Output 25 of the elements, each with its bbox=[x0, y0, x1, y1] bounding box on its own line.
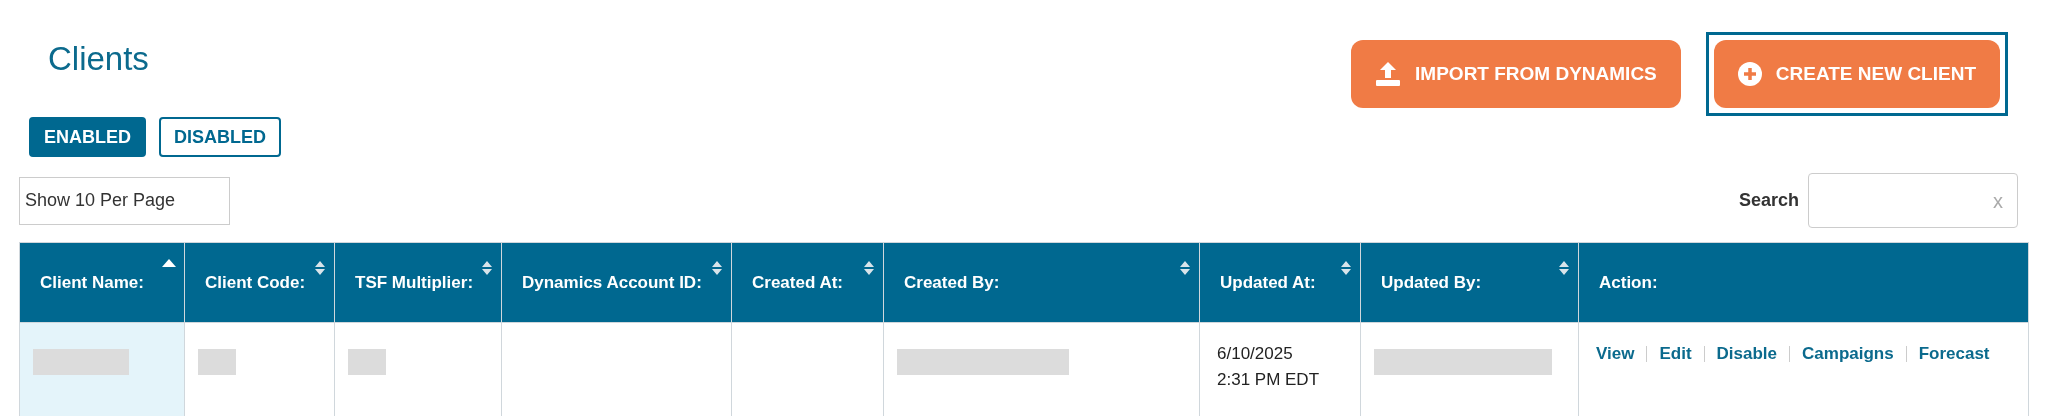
page-size-select[interactable]: Show 10 Per Page bbox=[19, 176, 230, 225]
column-header[interactable]: Created At: bbox=[731, 242, 884, 323]
page-title: Clients bbox=[48, 42, 149, 75]
redacted-block bbox=[348, 349, 386, 375]
column-header: Action: bbox=[1578, 242, 2029, 323]
filter-tab[interactable]: DISABLED bbox=[159, 117, 282, 157]
table-cell-text: 2:31 PM EDT bbox=[1217, 369, 1321, 391]
action-link[interactable]: Disable bbox=[1716, 341, 1778, 367]
filter-tab[interactable]: ENABLED bbox=[29, 117, 146, 157]
column-header[interactable]: Client Name: bbox=[19, 242, 185, 323]
action-link[interactable]: Campaigns bbox=[1802, 341, 1894, 367]
action-link[interactable]: Edit bbox=[1659, 341, 1692, 367]
plus-circle-icon bbox=[1737, 62, 1762, 86]
action-link[interactable]: Forecast bbox=[1918, 341, 1990, 367]
table-cell-text: 6/10/2025 bbox=[1217, 343, 1294, 365]
search-label: Search bbox=[1738, 189, 1799, 212]
column-header[interactable]: Updated At: bbox=[1199, 242, 1361, 323]
column-header[interactable]: Dynamics Account ID: bbox=[501, 242, 732, 323]
column-header[interactable]: Client Code: bbox=[184, 242, 335, 323]
column-header[interactable]: Created By: bbox=[883, 242, 1200, 323]
column-header[interactable]: TSF Multiplier: bbox=[334, 242, 502, 323]
redacted-block bbox=[198, 349, 236, 375]
action-link[interactable]: View bbox=[1596, 341, 1635, 367]
upload-icon bbox=[1375, 61, 1402, 87]
column-header[interactable]: Updated By: bbox=[1360, 242, 1579, 323]
